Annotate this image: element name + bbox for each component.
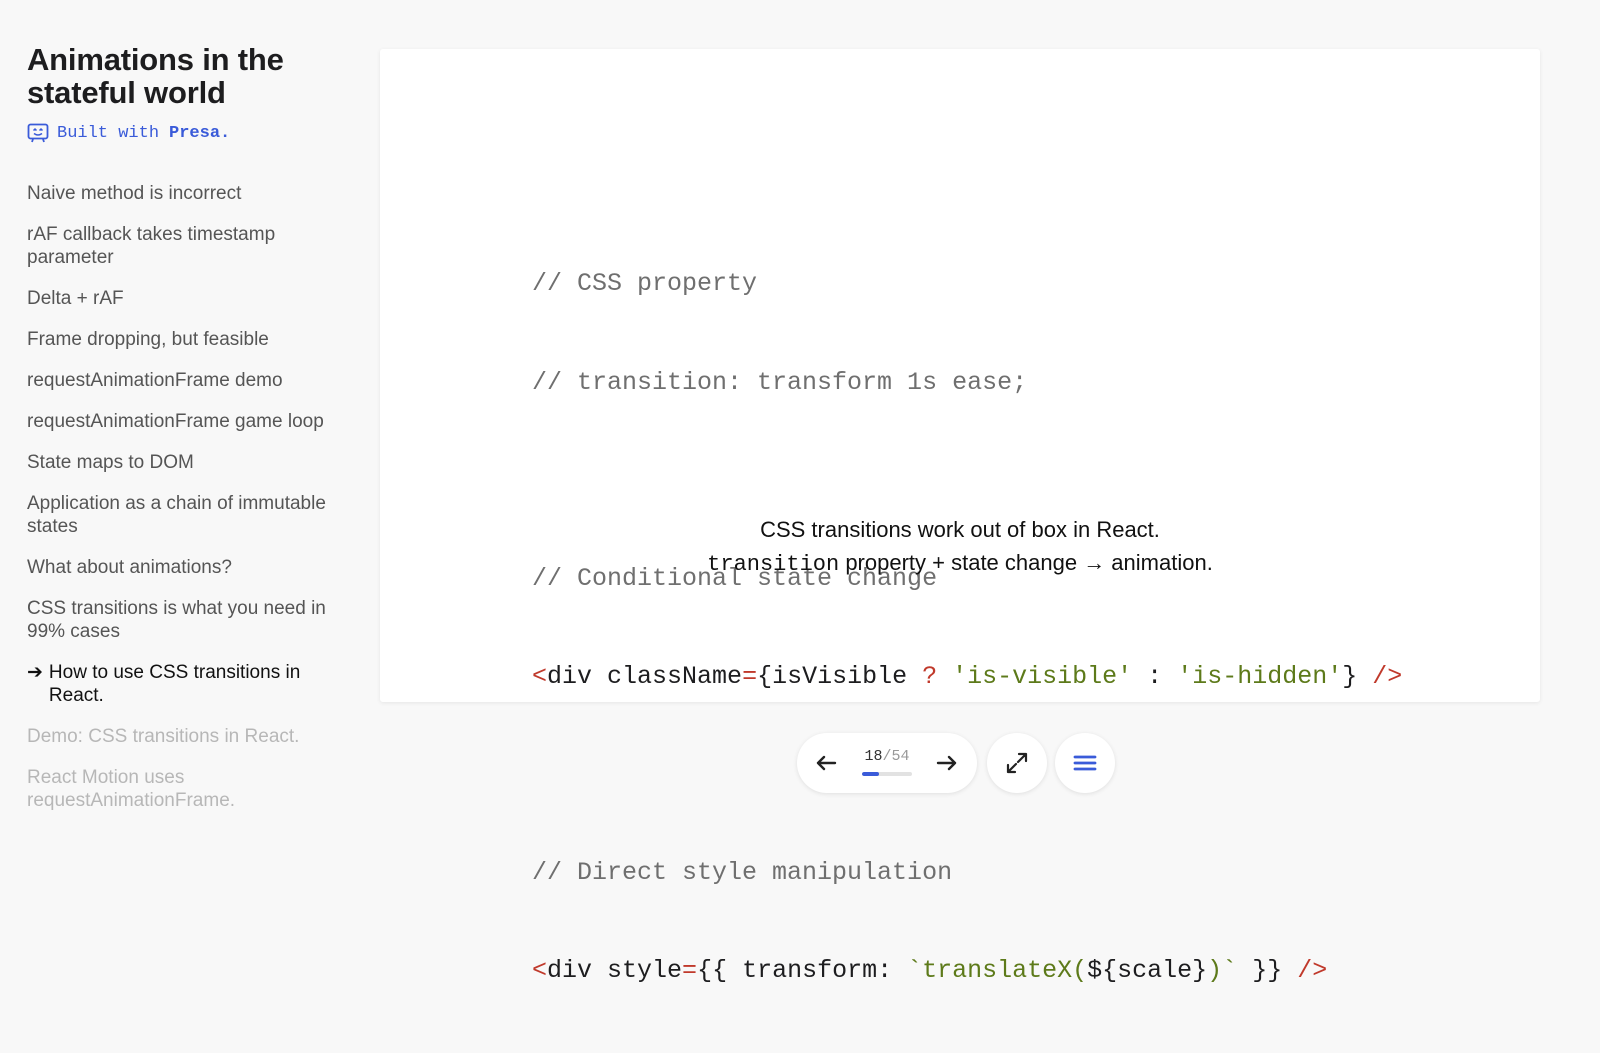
toc-item[interactable]: What about animations?: [27, 556, 332, 579]
built-with-label: Built with: [57, 123, 160, 143]
toc-item-label: How to use CSS transitions in React.: [48, 662, 301, 706]
slide-caption: CSS transitions work out of box in React…: [380, 513, 1540, 581]
toc-item[interactable]: requestAnimationFrame demo: [27, 369, 332, 392]
code-block: // CSS property // transition: transform…: [532, 203, 1402, 1053]
toc-item[interactable]: rAF callback takes timestamp parameter: [27, 223, 332, 269]
code-token: />: [1372, 661, 1403, 691]
arrow-left-icon[interactable]: [813, 750, 839, 776]
code-token: =: [742, 661, 758, 691]
code-token: {{ transform:: [697, 956, 908, 986]
toc-item[interactable]: Demo: CSS transitions in React.: [27, 725, 332, 748]
pagination-pill: 18/54: [797, 733, 977, 793]
toc-item[interactable]: Naive method is incorrect: [27, 182, 332, 205]
toc-item[interactable]: requestAnimationFrame game loop: [27, 410, 332, 433]
code-token: ?: [922, 661, 938, 691]
page-separator: /: [882, 748, 892, 765]
toc-item[interactable]: Delta + rAF: [27, 287, 332, 310]
toc-item[interactable]: Application as a chain of immutable stat…: [27, 492, 332, 538]
code-token: }: [1342, 661, 1373, 691]
code-line: <div style={{ transform: `translateX(${s…: [532, 955, 1402, 988]
code-token: <: [532, 956, 548, 986]
code-token: =: [682, 956, 698, 986]
code-token: ${scale}: [1087, 956, 1208, 986]
progress-fill: [862, 772, 879, 776]
caption-line-2: transition property + state change → ani…: [380, 546, 1540, 581]
code-token: />: [1297, 956, 1328, 986]
built-with-link[interactable]: Built with Presa.: [27, 123, 230, 143]
deck-title: Animations in the stateful world: [27, 42, 284, 110]
toc-item[interactable]: CSS transitions is what you need in 99% …: [27, 597, 332, 643]
code-token: div style: [547, 956, 683, 986]
code-comment: // CSS property: [532, 269, 758, 299]
caption-text: property + state change → animation.: [839, 550, 1213, 575]
code-token: <: [532, 661, 548, 691]
caption-line-1: CSS transitions work out of box in React…: [760, 517, 1160, 542]
code-string: )`: [1207, 956, 1238, 986]
arrow-right-icon[interactable]: [934, 750, 960, 776]
code-line: // Direct style manipulation: [532, 857, 1402, 890]
code-token: }}: [1237, 956, 1298, 986]
code-token: :: [1132, 661, 1178, 691]
progress-bar: [862, 772, 912, 776]
presa-logo-icon: [27, 123, 49, 143]
code-token: div className: [547, 661, 743, 691]
menu-button[interactable]: [1055, 733, 1115, 793]
sidebar: Animations in the stateful world Built w…: [0, 0, 360, 875]
code-string: 'is-visible': [952, 661, 1133, 691]
toc-item[interactable]: Frame dropping, but feasible: [27, 328, 332, 351]
current-arrow-icon: ➔: [27, 662, 43, 683]
code-token: {isVisible: [757, 661, 923, 691]
code-string: `translateX(: [907, 956, 1088, 986]
page-counter: 18/54: [859, 748, 915, 765]
expand-icon: [1006, 752, 1028, 774]
toc-item[interactable]: ➔ How to use CSS transitions in React.: [27, 661, 332, 707]
code-line: <div className={isVisible ? 'is-visible'…: [532, 661, 1402, 694]
caption-code: transition: [707, 552, 840, 577]
presa-brand-link[interactable]: Presa.: [169, 124, 230, 143]
total-pages: 54: [891, 748, 910, 765]
slide: // CSS property // transition: transform…: [380, 49, 1540, 985]
code-line: // transition: transform 1s ease;: [532, 367, 1402, 400]
code-line: // CSS property: [532, 268, 1402, 301]
current-page: 18: [864, 748, 883, 765]
table-of-contents: Naive method is incorrect rAF callback ta…: [27, 182, 332, 830]
toc-item[interactable]: React Motion uses requestAnimationFrame.: [27, 766, 332, 812]
fullscreen-button[interactable]: [987, 733, 1047, 793]
code-comment: // Direct style manipulation: [532, 857, 953, 887]
menu-icon: [1073, 755, 1097, 771]
toc-item[interactable]: State maps to DOM: [27, 451, 332, 474]
code-comment: // transition: transform 1s ease;: [532, 367, 1028, 397]
code-string: 'is-hidden': [1177, 661, 1343, 691]
